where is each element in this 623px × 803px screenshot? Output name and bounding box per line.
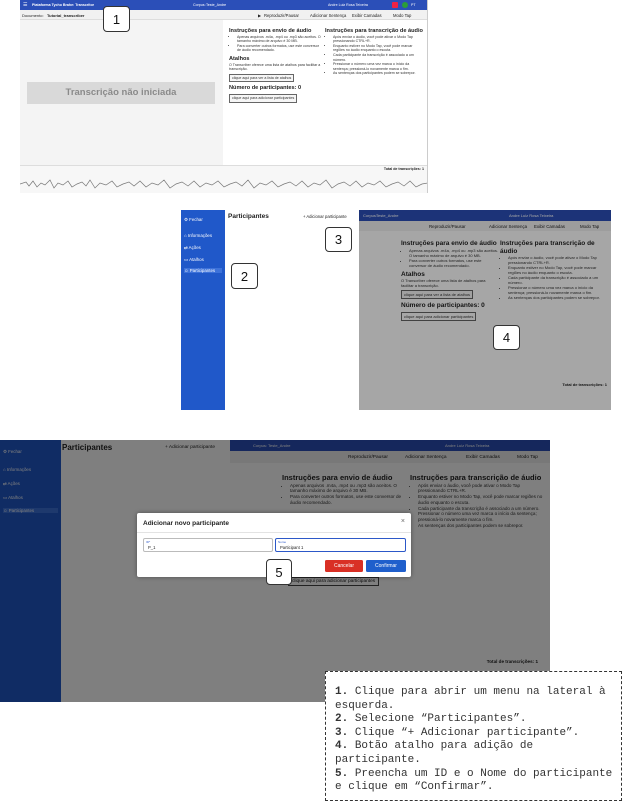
participants-count: Número de participantes: 0 [229,85,302,92]
legend-item: 1. Clique para abrir um menu na lateral … [335,686,613,713]
sidebar: ⚙ Fechar ⌂ Informações ⇄ Ações ▭ Atalhos… [181,210,225,410]
overlay-dim[interactable] [359,210,611,410]
corpus-name[interactable]: Teste_Andre [206,3,226,7]
play-pause-icon[interactable]: ▶ [258,13,261,18]
sidebar-item-participantes[interactable]: ☺ Participantes [184,268,222,273]
transcription-instruction-item: Após enviar o áudio, você pode ativar o … [333,35,423,44]
audio-instructions: Instruções para envio de áudio Apenas ar… [229,28,321,103]
instructions-legend: 1. Clique para abrir um menu na lateral … [325,671,622,801]
legend-item: 5. Preencha um ID e o Nome do participan… [335,768,613,795]
callout-5: 5 [266,559,292,585]
cancel-button[interactable]: Cancelar [325,560,363,572]
modal-divider [137,532,411,533]
legend-text: Clique para abrir um menu na lateral à e… [335,686,606,712]
menu-play-pause[interactable]: Reproduzir/Pausar [264,13,299,18]
participant-id-field[interactable]: ID* P_1 [143,538,273,552]
document-bar: Documento: Tutorial_transcriber ▶ Reprod… [20,10,427,20]
legend-text: Botão atalho para adição de participante… [335,740,534,766]
legend-text: Selecione “Participantes”. [354,713,527,726]
legend-number: 1. [335,686,349,698]
sidebar-item-acoes[interactable]: ⇄ Ações [184,245,201,251]
sidebar-close-label: Fechar [189,217,203,222]
waveform-graphic[interactable] [20,176,428,192]
total-transcriptions: Total de transcrições: 1 [383,167,424,171]
legend-text: Preencha um ID e o Nome do participante … [335,767,613,794]
brazil-flag-icon[interactable] [402,2,408,8]
audio-instructions-title: Instruções para envio de áudio [229,28,312,34]
transcription-instructions: Instruções para transcrição de áudio Apó… [325,28,423,76]
callout-4: 4 [493,325,520,350]
shortcuts-text: O Transcriber oferece uma lista de atalh… [229,62,321,72]
corpus-label: Corpus: [193,3,206,7]
modal-title: Adicionar novo participante [143,520,229,527]
add-participants-shortcut-button[interactable]: clique aqui para adicionar participantes [229,93,298,103]
transcription-instruction-item: As sentenças dos participantes podem se … [333,71,423,76]
close-icon[interactable]: × [401,518,405,525]
shortcuts-title: Atalhos [229,55,250,62]
sidebar-item-informacoes[interactable]: ⌂ Informações [184,233,212,238]
screenshot-main-view: ☰ Plataforma Tycho Brahe: Transcritor Co… [20,0,428,193]
confirm-button[interactable]: Confirmar [366,560,406,572]
sidebar-item-atalhos[interactable]: ▭ Atalhos [184,257,204,263]
participant-name-label: Nome [278,540,287,544]
legend-number: 2. [335,713,349,726]
hamburger-menu-icon[interactable]: ☰ [23,2,27,8]
menu-tap-mode[interactable]: Modo Tap [393,13,411,18]
legend-item: 3. Clique “+ Adicionar participante”. [335,727,613,741]
participant-id-label: ID* [146,540,151,544]
app-header: ☰ Plataforma Tycho Brahe: Transcritor Co… [20,0,427,10]
add-participant-button[interactable]: + Adicionar participante [303,214,347,219]
screenshot-sidebar-open: Corpus: Teste_Andre Andre Luiz Rosa Teix… [181,210,611,410]
callout-3: 3 [325,227,352,252]
transcription-instruction-item: Cada participante da transcrição é assoc… [333,53,423,62]
callout-2: 2 [231,263,258,289]
legend-item: 4. Botão atalho para adição de participa… [335,740,613,767]
user-name[interactable]: Andre Luiz Rosa Teixeira [328,3,368,7]
transcription-instruction-item: Pressionar o número uma vez marca o iníc… [333,62,423,71]
menu-show-layers[interactable]: Exibir Camadas [352,13,382,18]
participant-name-field[interactable]: Nome Participant 1 [275,538,406,552]
callout-1: 1 [103,6,130,32]
legend-text: Clique “+ Adicionar participante”. [354,726,580,739]
language-label[interactable]: PT [411,3,416,7]
audio-instruction-item: Para converter outros formatos, use este… [237,44,321,53]
audio-instruction-item: Apenas arquivos .m4a, .mp4 ou .mp3 são a… [237,35,321,44]
participant-id-value: P_1 [148,545,156,550]
shortcuts-list-button[interactable]: clique aqui para ver a lista de atalhos [229,73,295,83]
legend-number: 5. [335,767,349,780]
sidebar-item-label: Ações [188,245,201,250]
sidebar-item-label: Informações [187,233,213,238]
sidebar-close[interactable]: ⚙ Fechar [184,217,203,223]
menu-add-sentence[interactable]: Adicionar Sentença [310,13,346,18]
drawer-title: Participantes [228,213,269,220]
participant-name-value: Participant 1 [280,545,304,550]
sidebar-item-label: Participantes [189,268,216,273]
transcription-instruction-item: Enquanto estiver no Modo Tap, você pode … [333,44,423,53]
transcription-instructions-title: Instruções para transcrição de áudio [325,28,423,34]
transcription-status: Transcrição não iniciada [27,82,215,104]
document-name[interactable]: Tutorial_transcriber [47,13,85,18]
waveform-area[interactable]: Total de transcrições: 1 [20,165,428,193]
sidebar-item-label: Atalhos [189,257,204,262]
legend-number: 4. [335,740,349,753]
app-title: Plataforma Tycho Brahe: Transcritor [32,3,95,7]
legend-number: 3. [335,726,349,739]
legend-item: 2. Selecione “Participantes”. [335,713,613,727]
document-label: Documento: [22,13,44,18]
notification-icon[interactable] [392,2,398,8]
